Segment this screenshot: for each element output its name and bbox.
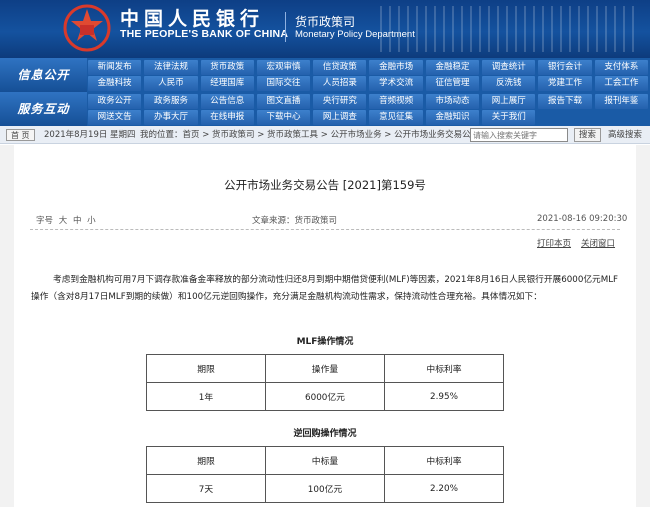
service-nav-item[interactable]: 网上调查 <box>313 110 367 125</box>
search-button[interactable]: 搜索 <box>574 128 602 142</box>
service-nav-item[interactable]: 金融知识 <box>425 110 480 125</box>
info-nav-item[interactable]: 新闻发布 <box>88 60 142 75</box>
info-nav-item[interactable]: 调查统计 <box>482 60 536 75</box>
info-nav-item[interactable]: 金融市场 <box>369 60 423 75</box>
meta-divider <box>30 229 620 230</box>
info-nav-block: 信息公开 新闻发布 法律法规 货币政策 宏观审慎 信贷政策 金融市场 金融稳定 调查统计 银行会… <box>0 58 650 92</box>
font-size-switcher: 字号 大 中 小 <box>33 214 96 226</box>
table-row: 7天 100亿元 2.20% <box>146 474 504 503</box>
service-nav-title: 服务互动 <box>0 92 87 126</box>
header-divider <box>285 12 286 42</box>
bank-name-cn: 中国人民银行 <box>120 8 265 30</box>
service-nav-item[interactable]: 办事大厅 <box>144 110 198 125</box>
service-nav-item[interactable]: 政务公开 <box>88 94 142 109</box>
table-cell: 2.95% <box>384 382 504 411</box>
info-nav-item[interactable]: 学术交流 <box>369 76 423 91</box>
article-source: 文章来源：货币政策司 <box>252 216 338 226</box>
info-nav-item[interactable]: 支付体系 <box>594 60 648 75</box>
service-nav-item[interactable]: 政务服务 <box>144 94 198 109</box>
font-size-medium[interactable]: 中 <box>73 216 82 226</box>
table-header-cell: 期限 <box>146 446 266 475</box>
info-nav-item[interactable]: 信贷政策 <box>313 60 367 75</box>
repo-table-title: 逆回购操作情况 <box>293 429 357 439</box>
service-nav-item[interactable]: 央行研究 <box>313 94 367 109</box>
service-nav-item[interactable]: 市场动态 <box>425 94 480 109</box>
mlf-table: 期限 操作量 中标利率 1年 6000亿元 2.95% <box>146 354 504 411</box>
info-nav-item[interactable]: 党建工作 <box>538 76 592 91</box>
table-row: 1年 6000亿元 2.95% <box>146 382 504 411</box>
table-header-cell: 操作量 <box>265 354 385 383</box>
print-page-link[interactable]: 打印本页 <box>537 237 571 249</box>
site-header: 中国人民银行 THE PEOPLE'S BANK OF CHINA 货币政策司 … <box>0 0 650 58</box>
info-nav-item[interactable]: 人民币 <box>144 76 198 91</box>
table-header-cell: 期限 <box>146 354 266 383</box>
bank-name-en: THE PEOPLE'S BANK OF CHINA <box>120 28 289 40</box>
info-nav-item[interactable]: 国际交往 <box>256 76 311 91</box>
info-nav-item[interactable]: 法律法规 <box>144 60 198 75</box>
service-nav-item[interactable]: 音频视频 <box>369 94 423 109</box>
service-nav-item[interactable]: 图文直播 <box>256 94 311 109</box>
font-size-large[interactable]: 大 <box>59 216 68 226</box>
info-nav-item[interactable]: 货币政策 <box>200 60 254 75</box>
department-name-cn: 货币政策司 <box>295 15 356 29</box>
header-watermark <box>380 6 640 52</box>
publish-time: 2021-08-16 09:20:30 <box>537 214 628 224</box>
info-nav-title: 信息公开 <box>0 58 87 92</box>
department-name-en: Monetary Policy Department <box>295 29 415 40</box>
main-navigation: 信息公开 新闻发布 法律法规 货币政策 宏观审慎 信贷政策 金融市场 金融稳定 调查统计 银行会… <box>0 58 650 126</box>
service-nav-item[interactable]: 报告下载 <box>538 94 592 109</box>
repo-table: 期限 中标量 中标利率 7天 100亿元 2.20% <box>146 446 504 503</box>
service-nav-block: 服务互动 政务公开 政务服务 公告信息 图文直播 央行研究 音频视频 市场动态 网上展厅 报告下… <box>0 92 650 126</box>
table-cell: 100亿元 <box>265 474 385 503</box>
table-header-cell: 中标利率 <box>384 354 504 383</box>
home-button[interactable]: 首 页 <box>6 129 35 141</box>
info-nav-item[interactable]: 工会工作 <box>594 76 648 91</box>
close-window-link[interactable]: 关闭窗口 <box>581 237 615 249</box>
info-nav-item[interactable]: 人员招录 <box>313 76 367 91</box>
service-nav-item[interactable]: 网上展厅 <box>482 94 536 109</box>
search-input[interactable] <box>470 128 568 142</box>
table-header-row: 期限 操作量 中标利率 <box>146 354 504 383</box>
table-header-cell: 中标量 <box>265 446 385 475</box>
table-cell: 6000亿元 <box>265 382 385 411</box>
breadcrumb-bar: 首 页 2021年8月19日 星期四 我的位置：首页 > 货币政策司 > 货币政… <box>0 126 650 144</box>
info-nav-item[interactable]: 反洗钱 <box>482 76 536 91</box>
info-nav-item[interactable]: 金融科技 <box>88 76 142 91</box>
table-cell: 7天 <box>146 474 266 503</box>
article-content: 公开市场业务交易公告 [2021]第159号 字号 大 中 小 文章来源：货币政… <box>0 145 650 507</box>
table-cell: 2.20% <box>384 474 504 503</box>
current-date: 2021年8月19日 星期四 <box>44 130 136 140</box>
mlf-table-title: MLF操作情况 <box>296 337 354 347</box>
service-nav-item[interactable]: 在线申报 <box>200 110 254 125</box>
info-nav-item[interactable]: 经理国库 <box>200 76 254 91</box>
table-header-row: 期限 中标量 中标利率 <box>146 446 504 475</box>
service-nav-item[interactable]: 公告信息 <box>200 94 254 109</box>
service-nav-item[interactable]: 报刊年鉴 <box>594 94 648 109</box>
breadcrumb[interactable]: 我的位置：首页 > 货币政策司 > 货币政策工具 > 公开市场业务 > 公开市场… <box>140 126 479 144</box>
font-size-small[interactable]: 小 <box>87 216 96 226</box>
info-nav-item[interactable]: 征信管理 <box>425 76 480 91</box>
info-nav-item[interactable]: 金融稳定 <box>425 60 480 75</box>
service-nav-item[interactable]: 关于我们 <box>482 110 536 125</box>
service-nav-grid: 政务公开 政务服务 公告信息 图文直播 央行研究 音频视频 市场动态 网上展厅 报告下载 报刊年鉴… <box>88 94 648 125</box>
service-nav-item[interactable]: 意见征集 <box>369 110 423 125</box>
service-nav-item[interactable]: 下载中心 <box>256 110 311 125</box>
table-cell: 1年 <box>146 382 266 411</box>
pboc-emblem-icon <box>63 4 111 52</box>
info-nav-grid: 新闻发布 法律法规 货币政策 宏观审慎 信贷政策 金融市场 金融稳定 调查统计 银行会计 支付体系… <box>88 60 648 91</box>
info-nav-item[interactable]: 银行会计 <box>538 60 592 75</box>
table-header-cell: 中标利率 <box>384 446 504 475</box>
article-body: 考虑到金融机构可用7月下调存款准备金率释放的部分流动性归还8月到期中期借贷便利(… <box>31 275 619 302</box>
advanced-search-link[interactable]: 高级搜索 <box>608 126 642 144</box>
font-size-label: 字号 <box>36 216 54 226</box>
info-nav-item[interactable]: 宏观审慎 <box>256 60 311 75</box>
service-nav-item[interactable]: 网送文告 <box>88 110 142 125</box>
page-title: 公开市场业务交易公告 [2021]第159号 <box>224 178 426 192</box>
